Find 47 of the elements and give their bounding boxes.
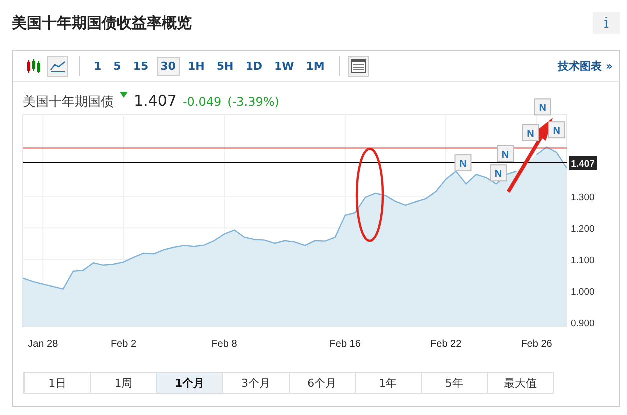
news-flag[interactable]: N [497,145,514,162]
y-axis-label: 1.200 [571,224,595,236]
technical-chart-link[interactable]: 技术图表 » [558,58,613,74]
news-flag[interactable]: N [454,154,472,172]
interval-button[interactable]: 30 [156,56,180,76]
ref-line-label: 1.407 [571,159,595,170]
line-chart-icon [50,59,66,73]
x-axis-label: Feb 22 [430,339,462,350]
news-flag[interactable]: N [522,124,540,142]
interval-button[interactable]: 15 [129,56,153,76]
x-axis-label: Feb 26 [521,339,552,350]
interval-button[interactable]: 1 [90,56,106,76]
interval-button[interactable]: 1W [270,56,298,76]
x-axis-label: Feb 8 [212,339,238,350]
y-axis-label: 0.900 [571,318,595,330]
interval-button[interactable]: 5 [110,56,126,76]
price-change: -0.049 [182,95,222,109]
x-axis-label: Feb 16 [330,339,361,350]
news-flag[interactable]: N [490,164,507,182]
x-axis-label: Jan 28 [28,339,58,350]
y-axis-label: 1.300 [571,192,595,204]
table-button[interactable] [348,56,369,76]
y-axis-label: 1.100 [571,255,595,266]
chart-type-button[interactable] [47,56,68,76]
interval-button[interactable]: 1D [242,56,266,76]
range-tab[interactable]: 3个月 [222,373,288,393]
y-axis-label: 1.000 [571,286,595,298]
percent-change: (-3.39%) [228,95,280,109]
news-flag[interactable]: N [548,122,566,139]
instrument-name: 美国十年期国债 [23,94,114,111]
range-tab[interactable]: 1年 [354,373,421,393]
interval-button[interactable]: 1M [302,56,329,76]
range-tab[interactable]: 6个月 [288,373,355,393]
interval-button[interactable]: 5H [212,56,238,76]
candlestick-icon [26,59,42,73]
price-value: 1.407 [134,92,177,110]
page-title: 美国十年期国债收益率概览 [12,14,192,32]
range-tab[interactable]: 1个月 [156,373,222,393]
range-tab[interactable]: 最大值 [486,373,553,393]
x-axis-label: Feb 2 [110,339,137,350]
info-button[interactable]: i [593,12,620,34]
table-icon [350,59,366,73]
news-flag[interactable]: N [534,98,552,116]
range-tab[interactable]: 1日 [24,373,90,393]
interval-button[interactable]: 1H [184,56,209,76]
price-tag: 1.407 [569,156,597,170]
range-tab[interactable]: 5年 [420,373,487,393]
